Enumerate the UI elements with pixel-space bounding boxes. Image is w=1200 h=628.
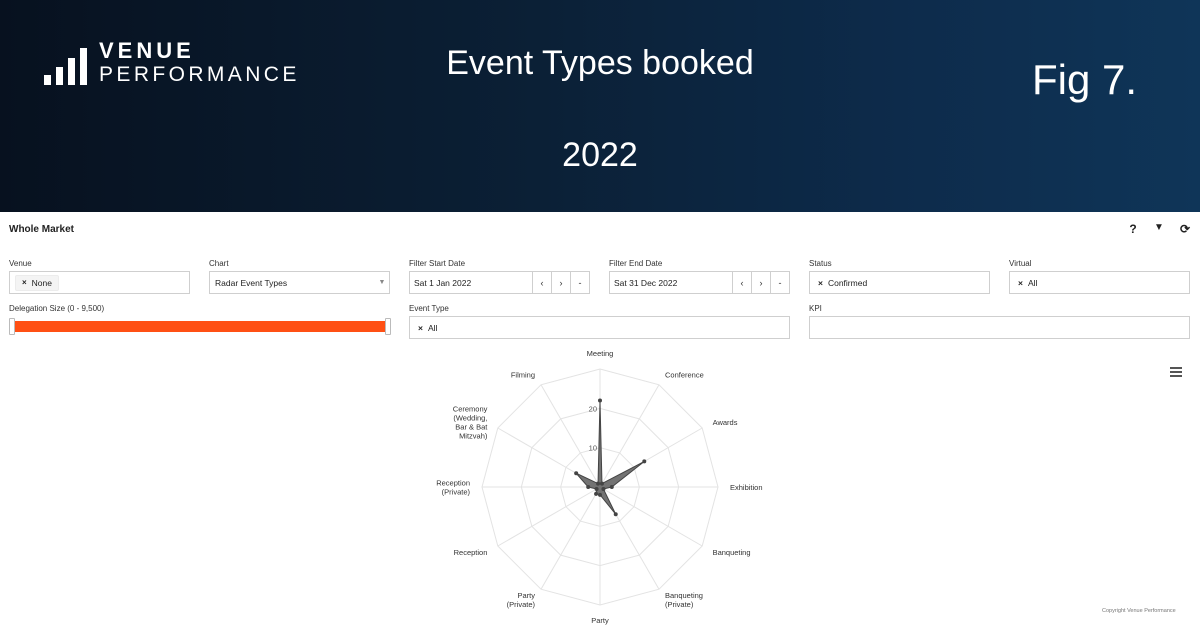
- radar-category-label: Exhibition: [730, 483, 763, 492]
- radar-data-point: [599, 481, 604, 486]
- radar-category-label: Banqueting: [713, 548, 751, 557]
- radar-data-point: [642, 459, 647, 464]
- radar-tick-label: 10: [589, 444, 597, 453]
- radar-category-label: Filming: [511, 370, 535, 379]
- copyright-text: Copyright Venue Performance: [1102, 608, 1176, 614]
- radar-data-point: [574, 471, 579, 476]
- radar-category-label: Meeting: [587, 349, 614, 358]
- radar-tick-label: 20: [589, 404, 597, 413]
- radar-chart: 10 20 Meeting Conference Awards Exhibition Ban…: [436, 349, 763, 625]
- radar-category-label: Conference: [665, 370, 704, 379]
- chart-menu-icon[interactable]: [1170, 367, 1182, 377]
- radar-data-point: [613, 512, 618, 517]
- radar-category-label: Party: [591, 616, 609, 625]
- radar-category-label: Ceremony (Wedding, Bar & Bat Mitzvah): [453, 405, 489, 441]
- radar-data-point: [594, 491, 599, 496]
- radar-data-point: [609, 485, 614, 489]
- radar-data-point: [596, 481, 601, 486]
- radar-spoke: [540, 486, 601, 590]
- radar-category-label: Reception (Private): [436, 479, 470, 497]
- radar-category-label: Awards: [713, 418, 738, 427]
- radar-data-point: [594, 486, 599, 491]
- radar-data-point: [601, 486, 606, 491]
- radar-data-point: [598, 492, 602, 497]
- radar-data-point: [586, 485, 591, 489]
- radar-spoke: [599, 486, 703, 547]
- radar-spoke: [497, 486, 601, 547]
- radar-category-label: Banqueting (Private): [665, 591, 703, 609]
- radar-category-label: Party (Private): [507, 591, 536, 609]
- radar-data-point: [598, 398, 602, 403]
- radar-category-label: Reception: [454, 548, 488, 557]
- radar-spoke: [540, 384, 601, 488]
